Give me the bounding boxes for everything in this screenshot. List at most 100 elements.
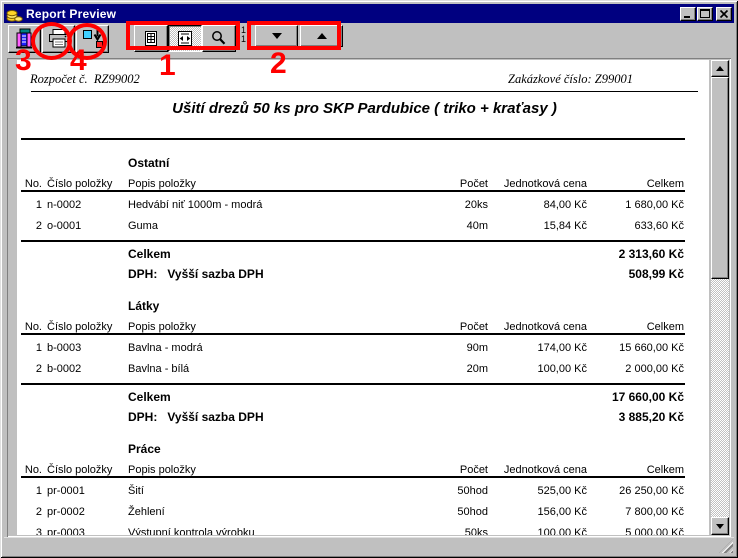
arrow-down-icon <box>272 33 282 39</box>
arrow-up-icon <box>716 66 724 71</box>
table-rule <box>21 476 685 478</box>
cell-unit-price: 525,00 Kč <box>537 485 587 497</box>
cell-total: 2 000,00 Kč <box>625 363 684 375</box>
report-page: Rozpočet č. RZ99002 Zakázkové číslo: Z99… <box>17 60 709 535</box>
section-total-row: Celkem 17 660,00 Kč <box>17 390 709 404</box>
page-total: 1 <box>241 35 246 44</box>
col-total: Celkem <box>647 321 684 333</box>
col-item-number: Číslo položky <box>47 464 112 476</box>
cell-item-number: pr-0001 <box>47 485 85 497</box>
cell-description: Guma <box>128 220 158 232</box>
title-bar[interactable]: Report Preview <box>4 4 734 23</box>
table-row: 1n-0002Hedvábí niť 1000m - modrá20ks84,0… <box>17 199 709 213</box>
budget-number: Rozpočet č. RZ99002 <box>30 72 140 87</box>
col-unit-price: Jednotková cena <box>504 321 587 333</box>
col-description: Popis položky <box>128 321 196 333</box>
minimize-button[interactable] <box>680 7 696 21</box>
cell-no: 1 <box>17 485 42 497</box>
export-data-icon <box>81 28 105 50</box>
cell-item-number: b-0003 <box>47 342 81 354</box>
section-vat-row: DPH: Vyšší sazba DPH3 885,20 Kč <box>17 410 709 424</box>
preview-area: Rozpočet č. RZ99002 Zakázkové číslo: Z99… <box>7 58 731 537</box>
col-description: Popis položky <box>128 464 196 476</box>
section-vat-label: DPH: Vyšší sazba DPH <box>128 410 264 424</box>
cell-description: Hedvábí niť 1000m - modrá <box>128 199 262 211</box>
section-vat-row: DPH: Vyšší sazba DPH 508,99 Kč <box>17 267 709 281</box>
section-total-value: 17 660,00 Kč <box>612 390 684 404</box>
title-rule <box>21 138 685 140</box>
magnifier-icon <box>209 29 229 49</box>
report-preview-icon <box>13 28 37 50</box>
resize-grip[interactable] <box>719 539 733 553</box>
cell-no: 1 <box>17 199 42 211</box>
maximize-button[interactable] <box>697 7 713 21</box>
view-zoom-button[interactable] <box>202 25 236 52</box>
export-data-button[interactable] <box>76 25 109 53</box>
cell-quantity: 20m <box>467 363 488 375</box>
col-no: No. <box>17 321 42 333</box>
coins-icon <box>6 6 23 22</box>
section-title: Ostatní <box>128 156 169 170</box>
cell-total: 15 660,00 Kč <box>619 342 684 354</box>
table-rule <box>21 333 685 335</box>
table-rule <box>21 240 685 242</box>
cell-unit-price: 100,00 Kč <box>537 363 587 375</box>
section-total-label: Celkem <box>128 390 171 404</box>
table-row: 2pr-0002Žehlení50hod156,00 Kč7 800,00 Kč <box>17 506 709 520</box>
section-total-value: 2 313,60 Kč <box>619 247 684 261</box>
scroll-down-button[interactable] <box>711 517 729 535</box>
cell-quantity: 50hod <box>457 485 488 497</box>
col-no: No. <box>17 178 42 190</box>
cell-description: Žehlení <box>128 506 165 518</box>
col-item-number: Číslo položky <box>47 321 112 333</box>
print-button[interactable] <box>42 25 75 53</box>
table-row: 1 b-0003 Bavlna - modrá 90m 174,00 Kč 15 660,… <box>17 342 709 356</box>
table-row: 2o-0001Guma40m15,84 Kč633,60 Kč <box>17 220 709 234</box>
section-vat-value: 508,99 Kč <box>629 267 684 281</box>
close-button[interactable] <box>716 7 732 21</box>
cell-description: Bavlna - modrá <box>128 342 203 354</box>
table-row: 3pr-0003Výstupní kontrola výrobku50ks100… <box>17 527 709 535</box>
next-page-button[interactable] <box>255 25 298 47</box>
cell-quantity: 50ks <box>465 527 488 535</box>
cell-item-number: pr-0003 <box>47 527 85 535</box>
view-fit-width-button[interactable] <box>168 25 202 52</box>
cell-no: 2 <box>17 220 42 232</box>
col-quantity: Počet <box>460 464 488 476</box>
prev-page-button[interactable] <box>300 25 343 47</box>
toolbar: 1 1 <box>4 23 734 58</box>
cell-item-number: b-0002 <box>47 363 81 375</box>
cell-unit-price: 174,00 Kč <box>537 342 587 354</box>
cell-quantity: 90m <box>467 342 488 354</box>
cell-quantity: 50hod <box>457 506 488 518</box>
cell-unit-price: 156,00 Kč <box>537 506 587 518</box>
cell-no: 1 <box>17 342 42 354</box>
vertical-scrollbar[interactable] <box>711 60 729 535</box>
col-unit-price: Jednotková cena <box>504 178 587 190</box>
scrollbar-thumb[interactable] <box>711 77 729 279</box>
page-overview-icon <box>141 29 161 49</box>
view-whole-page-button[interactable] <box>134 25 168 52</box>
section-vat-label: DPH: Vyšší sazba DPH <box>128 267 264 281</box>
table-rule <box>21 190 685 192</box>
printer-icon <box>47 28 71 50</box>
report-preview-window: Report Preview <box>0 0 738 558</box>
cell-description: Výstupní kontrola výrobku <box>128 527 255 535</box>
page-fit-width-icon <box>175 29 195 49</box>
section-total-row: Celkem 2 313,60 Kč <box>17 247 709 261</box>
scroll-up-button[interactable] <box>711 60 729 77</box>
col-quantity: Počet <box>460 321 488 333</box>
arrow-up-icon <box>317 33 327 39</box>
arrow-down-icon <box>716 524 724 529</box>
page-indicator: 1 1 <box>241 26 246 44</box>
col-no: No. <box>17 464 42 476</box>
cell-total: 1 680,00 Kč <box>625 199 684 211</box>
cell-item-number: n-0002 <box>47 199 81 211</box>
section-total-label: Celkem <box>128 247 171 261</box>
table-row: 2b-0002Bavlna - bílá20m100,00 Kč2 000,00… <box>17 363 709 377</box>
table-row: 1pr-0001Šití50hod525,00 Kč26 250,00 Kč <box>17 485 709 499</box>
col-total: Celkem <box>647 464 684 476</box>
col-description: Popis položky <box>128 178 196 190</box>
report-preview-button[interactable] <box>8 25 41 53</box>
order-number: Zakázkové číslo: Z99001 <box>508 72 633 87</box>
